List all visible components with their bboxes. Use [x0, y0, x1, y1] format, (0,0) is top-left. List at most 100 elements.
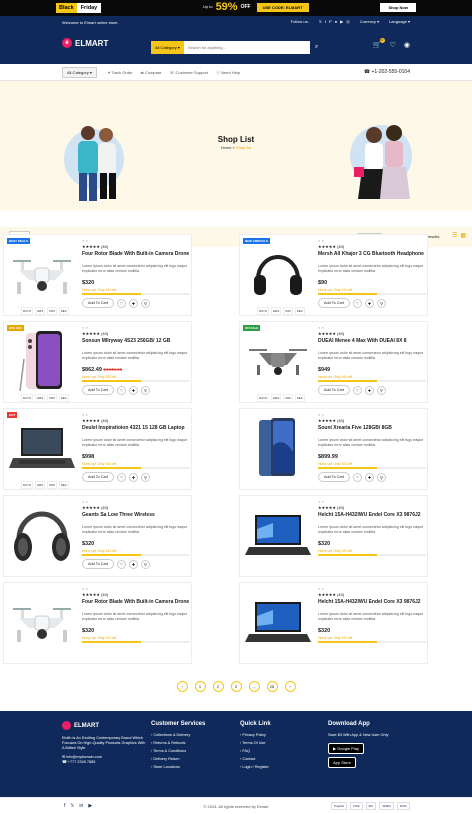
- phone-number[interactable]: ☎ +1-202-555-0104: [364, 69, 410, 75]
- footer-link[interactable]: › Returns & Refunds: [151, 741, 205, 745]
- cart-button[interactable]: 🛒 0: [373, 38, 385, 49]
- add-to-cart-button[interactable]: Add To Cart: [82, 385, 114, 395]
- footer-link[interactable]: › Collections & Delivery: [151, 733, 205, 737]
- color-swatches[interactable]: ● ●: [318, 499, 426, 504]
- add-to-cart-button[interactable]: Add To Cart: [318, 385, 350, 395]
- product-card[interactable]: BEST DEALS DAYS HRS MIN SEC ● ● ★★★★★ (40) Four…: [3, 234, 192, 316]
- youtube-icon[interactable]: ▶: [340, 19, 343, 24]
- wishlist-icon[interactable]: ♡: [352, 472, 362, 482]
- page-button[interactable]: 1: [194, 681, 206, 692]
- product-card[interactable]: ● ● ★★★★★ (40) Geants Sa Low Three Wireles…: [3, 495, 192, 577]
- currency-select[interactable]: Currency ▾: [360, 19, 379, 24]
- footer-link[interactable]: › Store Locations: [151, 765, 205, 769]
- product-card[interactable]: ● ● ★★★★★ (40) Souni Xrearia Five 128GB/ 8…: [239, 408, 428, 490]
- product-name[interactable]: Four Rotor Blade With Built-in Camera Dr…: [82, 251, 190, 263]
- footer-link[interactable]: › FAQ: [240, 749, 271, 753]
- wishlist-icon[interactable]: ♡: [116, 298, 126, 308]
- page-button[interactable]: 2: [212, 681, 224, 692]
- prev-page-button[interactable]: ‹: [176, 681, 188, 692]
- page-button[interactable]: 3: [230, 681, 242, 692]
- color-swatches[interactable]: ● ●: [82, 325, 190, 330]
- quick-view-icon[interactable]: ⚲: [140, 472, 150, 482]
- app-store-button[interactable]: App Store: [328, 757, 356, 768]
- footer-phone[interactable]: ☎ +777 2345 7885: [62, 760, 147, 765]
- color-swatches[interactable]: ● ●: [318, 586, 426, 591]
- page-button[interactable]: ...: [248, 681, 260, 692]
- shop-now-button[interactable]: Shop Now: [380, 3, 416, 12]
- product-image[interactable]: [240, 583, 316, 663]
- add-to-cart-button[interactable]: Add To Cart: [318, 298, 350, 308]
- wishlist-icon[interactable]: ♡: [116, 559, 126, 569]
- language-select[interactable]: Language ▾: [389, 19, 410, 24]
- next-page-button[interactable]: ›: [284, 681, 296, 692]
- wishlist-icon[interactable]: ♡: [352, 385, 362, 395]
- color-swatches[interactable]: ● ●: [82, 412, 190, 417]
- color-swatches[interactable]: ● ●: [318, 412, 426, 417]
- wishlist-icon[interactable]: ♡: [116, 472, 126, 482]
- add-to-cart-button[interactable]: Add To Cart: [82, 472, 114, 482]
- compare-icon[interactable]: ✚: [128, 472, 138, 482]
- product-card[interactable]: HOT DAYS HRS MIN SEC ● ● ★★★★★ (40) Deulel Insp…: [3, 408, 192, 490]
- need-help-link[interactable]: ⓘ Need Help: [216, 70, 240, 76]
- wishlist-icon[interactable]: ♡: [390, 41, 396, 49]
- wishlist-icon[interactable]: ♡: [116, 385, 126, 395]
- product-name[interactable]: Four Rotor Blade With Built-in Camera Dr…: [82, 599, 190, 611]
- compare-icon[interactable]: ✚: [128, 298, 138, 308]
- add-to-cart-button[interactable]: Add To Cart: [318, 472, 350, 482]
- reddit-icon[interactable]: ●: [335, 19, 337, 24]
- instagram-icon[interactable]: ◎: [346, 19, 350, 24]
- compare-link[interactable]: ⇄ Compare: [140, 70, 161, 76]
- product-name[interactable]: Geants Sa Low Three Wireless: [82, 512, 190, 524]
- footer-link[interactable]: › Terms Of Use: [240, 741, 271, 745]
- customer-support-link[interactable]: ☏ Customer Support: [169, 70, 208, 76]
- footer-link[interactable]: › Contact: [240, 757, 271, 761]
- product-name[interactable]: Helcht 15A-H432IWU Endel Core X3 9876J2: [318, 599, 426, 611]
- user-icon[interactable]: ◉: [404, 41, 410, 49]
- product-image[interactable]: [240, 496, 316, 576]
- compare-icon[interactable]: ✚: [364, 298, 374, 308]
- compare-icon[interactable]: ✚: [364, 385, 374, 395]
- search-category-select[interactable]: All Category ▾: [151, 41, 184, 54]
- google-play-button[interactable]: ▶ Google Play: [328, 743, 364, 754]
- search-input[interactable]: [183, 41, 310, 54]
- quick-view-icon[interactable]: ⚲: [376, 385, 386, 395]
- product-image[interactable]: [4, 583, 80, 663]
- color-swatches[interactable]: ● ●: [82, 586, 190, 591]
- quick-view-icon[interactable]: ⚲: [140, 298, 150, 308]
- compare-icon[interactable]: ✚: [128, 559, 138, 569]
- site-logo[interactable]: e ELMART: [62, 38, 108, 48]
- product-card[interactable]: ● ● ★★★★★ (40) Four Rotor Blade With Built…: [3, 582, 192, 664]
- color-swatches[interactable]: ● ●: [318, 325, 426, 330]
- product-name[interactable]: Souni Xrearia Five 128GB/ 8GB: [318, 425, 426, 437]
- product-name[interactable]: Helcht 15A-H432IWU Endel Core X3 9876J2: [318, 512, 426, 524]
- product-image[interactable]: [240, 235, 316, 315]
- add-to-cart-button[interactable]: Add To Cart: [82, 559, 114, 569]
- add-to-cart-button[interactable]: Add To Cart: [82, 298, 114, 308]
- product-card[interactable]: ● ● ★★★★★ (40) Helcht 15A-H432IWU Endel Co…: [239, 495, 428, 577]
- product-image[interactable]: [4, 409, 80, 489]
- product-image[interactable]: [240, 409, 316, 489]
- all-category-dropdown[interactable]: All Category ▾: [62, 67, 97, 78]
- footer-link[interactable]: › Login / Register: [240, 765, 271, 769]
- product-card[interactable]: NEW ARRIVALS DAYS HRS MIN SEC ● ● ★★★★★ (40) Me…: [239, 234, 428, 316]
- product-name[interactable]: Mersh All Khajor 3 CG Bluetooth Headphon…: [318, 251, 426, 263]
- quick-view-icon[interactable]: ⚲: [376, 472, 386, 482]
- quick-view-icon[interactable]: ⚲: [140, 559, 150, 569]
- product-card[interactable]: 25% OFF DAYS HRS MIN SEC ● ● ★★★★★ (40) Sonsun …: [3, 321, 192, 403]
- color-swatches[interactable]: ● ●: [318, 238, 426, 243]
- search-button[interactable]: ⌕: [310, 41, 323, 54]
- page-button[interactable]: 26: [266, 681, 278, 692]
- quick-view-icon[interactable]: ⚲: [140, 385, 150, 395]
- footer-link[interactable]: › Delivery Return: [151, 757, 205, 761]
- product-name[interactable]: DUEAI Menee 4 Max With DUEAI 8X 8: [318, 338, 426, 350]
- footer-link[interactable]: › Terms & Conditions: [151, 749, 205, 753]
- compare-icon[interactable]: ✚: [364, 472, 374, 482]
- track-order-link[interactable]: ⌖ Track Order: [108, 70, 132, 76]
- color-swatches[interactable]: ● ●: [82, 238, 190, 243]
- grid-view-icon[interactable]: ▦: [460, 232, 466, 239]
- pinterest-icon[interactable]: P: [329, 19, 332, 24]
- facebook-icon[interactable]: f: [325, 19, 326, 24]
- breadcrumb-home[interactable]: Home: [221, 145, 232, 150]
- compare-icon[interactable]: ✚: [128, 385, 138, 395]
- product-card[interactable]: ON SALE DAYS HRS MIN SEC ● ● ★★★★★ (40) DUEAI M…: [239, 321, 428, 403]
